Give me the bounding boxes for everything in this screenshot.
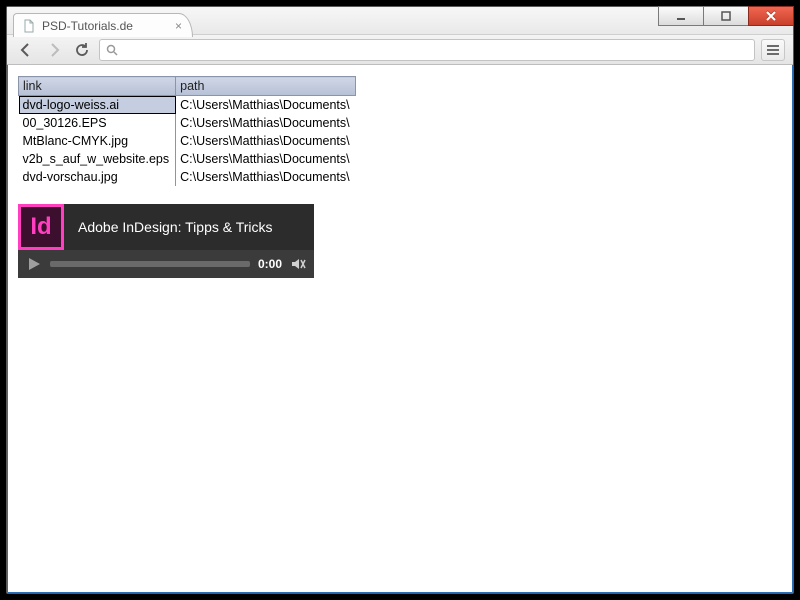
indesign-badge-text: Id [30,213,51,241]
indesign-app-icon: Id [18,204,64,250]
back-button[interactable] [15,39,37,61]
window-titlebar: PSD-Tutorials.de × [7,7,793,35]
table-body: dvd-logo-weiss.aiC:\Users\Matthias\Docum… [19,96,356,187]
video-title: Adobe InDesign: Tipps & Tricks [64,219,273,235]
time-display: 0:00 [258,257,282,271]
table-row[interactable]: dvd-logo-weiss.aiC:\Users\Matthias\Docum… [19,96,356,115]
reload-button[interactable] [71,39,93,61]
column-header-path[interactable]: path [176,77,356,96]
tab-strip: PSD-Tutorials.de × [13,11,193,37]
file-icon [22,19,36,33]
browser-toolbar [7,35,793,65]
table-row[interactable]: v2b_s_auf_w_website.epsC:\Users\Matthias… [19,150,356,168]
minimize-button[interactable] [658,6,704,26]
cell-link: dvd-logo-weiss.ai [19,96,176,115]
cell-path: C:\Users\Matthias\Documents\ [176,132,356,150]
video-player: Id Adobe InDesign: Tipps & Tricks 0:00 [18,204,314,278]
play-button[interactable] [26,256,42,272]
cell-link: 00_30126.EPS [19,114,176,132]
cell-path: C:\Users\Matthias\Documents\ [176,114,356,132]
seek-bar[interactable] [50,261,250,267]
table-row[interactable]: dvd-vorschau.jpgC:\Users\Matthias\Docume… [19,168,356,186]
cell-link: v2b_s_auf_w_website.eps [19,150,176,168]
window-controls [658,7,793,34]
browser-window: PSD-Tutorials.de × link path [6,6,794,594]
column-header-link[interactable]: link [19,77,176,96]
maximize-button[interactable] [703,6,749,26]
browser-tab[interactable]: PSD-Tutorials.de × [13,13,193,37]
video-controls: 0:00 [18,250,314,278]
cell-path: C:\Users\Matthias\Documents\ [176,96,356,115]
chrome-menu-button[interactable] [761,39,785,61]
search-icon [106,44,118,56]
close-window-button[interactable] [748,6,794,26]
table-row[interactable]: MtBlanc-CMYK.jpgC:\Users\Matthias\Docume… [19,132,356,150]
forward-button[interactable] [43,39,65,61]
cell-link: dvd-vorschau.jpg [19,168,176,186]
address-bar[interactable] [99,39,755,61]
table-row[interactable]: 00_30126.EPSC:\Users\Matthias\Documents\ [19,114,356,132]
mute-button[interactable] [290,256,306,272]
cell-path: C:\Users\Matthias\Documents\ [176,150,356,168]
cell-link: MtBlanc-CMYK.jpg [19,132,176,150]
tab-title: PSD-Tutorials.de [42,19,133,33]
video-header: Id Adobe InDesign: Tipps & Tricks [18,204,314,250]
links-table: link path dvd-logo-weiss.aiC:\Users\Matt… [18,76,356,186]
close-tab-icon[interactable]: × [175,19,182,33]
cell-path: C:\Users\Matthias\Documents\ [176,168,356,186]
page-content: link path dvd-logo-weiss.aiC:\Users\Matt… [8,66,792,592]
